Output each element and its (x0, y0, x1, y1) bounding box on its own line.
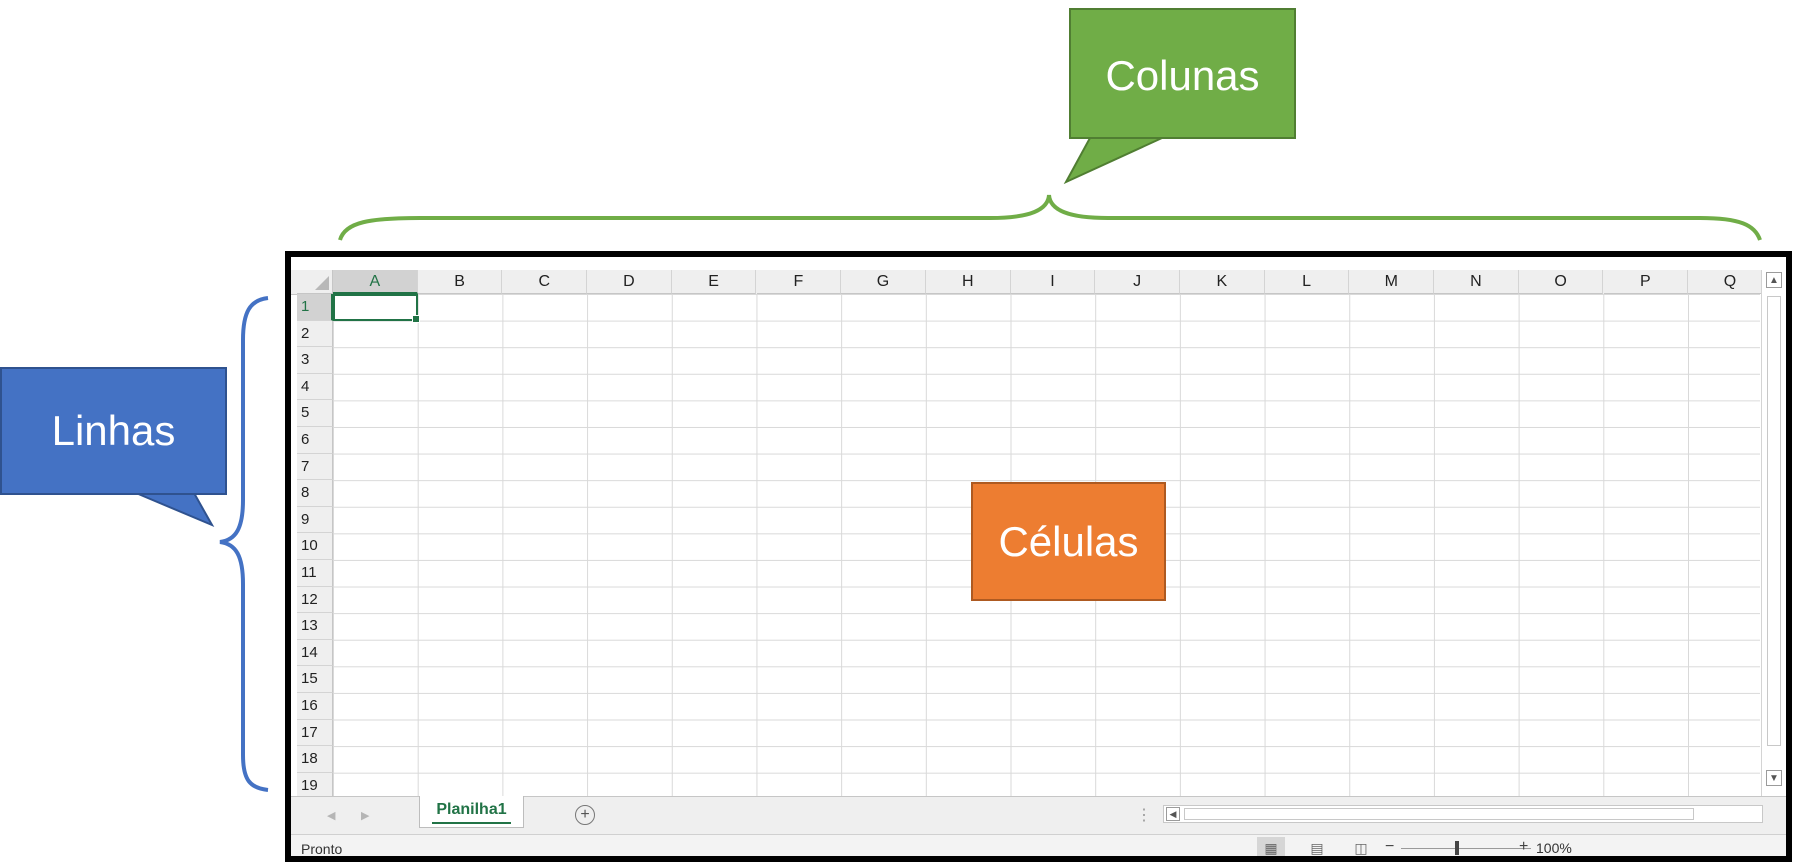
horizontal-scroll-thumb[interactable] (1184, 808, 1694, 820)
zoom-level[interactable]: 100% (1536, 840, 1572, 856)
page-break-preview-button[interactable]: ◫ (1347, 837, 1375, 856)
plus-circle-icon: + (580, 806, 590, 823)
active-tab-indicator (432, 822, 511, 824)
row-header-5[interactable]: 5 (297, 400, 333, 427)
row-header-15[interactable]: 15 (297, 666, 333, 693)
status-text: Pronto (301, 841, 343, 857)
vertical-scrollbar[interactable]: ▲ ▼ (1761, 270, 1786, 796)
row-header-18[interactable]: 18 (297, 746, 333, 773)
column-header-a[interactable]: A (333, 270, 418, 294)
fill-handle[interactable] (412, 315, 420, 323)
column-header-e[interactable]: E (671, 270, 757, 294)
column-header-b[interactable]: B (417, 270, 503, 294)
row-header-10[interactable]: 10 (297, 533, 333, 560)
zoom-in-button[interactable]: + (1519, 838, 1528, 856)
row-header-7[interactable]: 7 (297, 453, 333, 481)
arrow-left-icon[interactable]: ◀ (327, 809, 335, 822)
zoom-out-button[interactable]: − (1385, 838, 1394, 856)
zoom-slider-thumb[interactable] (1455, 841, 1459, 855)
status-bar: Pronto ▦ ▤ ◫ − + 100% (291, 834, 1786, 857)
row-header-16[interactable]: 16 (297, 693, 333, 720)
columns-callout: Colunas (1069, 8, 1296, 139)
horizontal-scrollbar[interactable]: ◀ ▶ (1163, 805, 1763, 823)
rows-brace (219, 296, 269, 792)
normal-view-button[interactable]: ▦ (1257, 837, 1285, 856)
page-break-preview-icon: ◫ (1354, 840, 1368, 856)
scroll-down-button[interactable]: ▼ (1766, 770, 1782, 786)
column-header-d[interactable]: D (587, 270, 672, 294)
column-header-m[interactable]: M (1349, 270, 1435, 294)
cells-label: Células (998, 518, 1139, 565)
page-layout-view-icon: ▤ (1310, 840, 1324, 856)
normal-view-icon: ▦ (1264, 840, 1278, 856)
rows-callout: Linhas (0, 367, 227, 495)
row-header-17[interactable]: 17 (297, 719, 333, 747)
row-header-3[interactable]: 3 (297, 347, 333, 374)
row-header-8[interactable]: 8 (297, 480, 333, 507)
sheet-tab-planilha1[interactable]: Planilha1 (419, 796, 524, 828)
column-header-g[interactable]: G (841, 270, 926, 294)
rows-label: Linhas (51, 407, 176, 454)
sheet-tab-label: Planilha1 (436, 801, 507, 818)
columns-label: Colunas (1105, 52, 1260, 99)
row-header-13[interactable]: 13 (297, 613, 333, 640)
column-header-p[interactable]: P (1603, 270, 1689, 294)
select-all-triangle-icon (315, 276, 329, 290)
column-header-k[interactable]: K (1180, 270, 1265, 294)
column-header-i[interactable]: I (1010, 270, 1096, 294)
column-header-c[interactable]: C (502, 270, 588, 294)
column-header-l[interactable]: L (1264, 270, 1350, 294)
sheet-tab-bar: ◀ ▶ Planilha1 + ⋮ ◀ ▶ (291, 796, 1786, 835)
arrow-down-icon: ▼ (1769, 773, 1779, 784)
column-header-n[interactable]: N (1434, 270, 1519, 294)
row-header-2[interactable]: 2 (297, 320, 333, 348)
zoom-slider-track[interactable] (1401, 848, 1531, 849)
row-header-1[interactable]: 1 (297, 294, 333, 321)
cells-callout: Células (971, 482, 1166, 601)
column-header-h[interactable]: H (925, 270, 1011, 294)
select-all-button[interactable] (297, 270, 333, 294)
column-header-o[interactable]: O (1518, 270, 1604, 294)
row-header-4[interactable]: 4 (297, 373, 333, 401)
columns-callout-tail (1063, 137, 1163, 185)
row-header-9[interactable]: 9 (297, 506, 333, 534)
row-header-12[interactable]: 12 (297, 586, 333, 614)
scroll-up-button[interactable]: ▲ (1766, 272, 1782, 288)
vertical-scroll-thumb[interactable] (1767, 296, 1781, 746)
columns-brace (338, 194, 1762, 241)
rows-callout-tail (135, 492, 215, 528)
column-header-j[interactable]: J (1095, 270, 1180, 294)
page-layout-view-button[interactable]: ▤ (1303, 837, 1331, 856)
row-header-6[interactable]: 6 (297, 427, 333, 454)
add-sheet-button[interactable]: + (575, 805, 595, 825)
splitter-dots-icon[interactable]: ⋮ (1136, 805, 1152, 825)
arrow-left-icon: ◀ (1169, 809, 1177, 819)
selected-cell[interactable] (333, 294, 420, 323)
scroll-left-button[interactable]: ◀ (1166, 807, 1180, 821)
arrow-up-icon: ▲ (1769, 275, 1779, 286)
row-header-11[interactable]: 11 (297, 560, 333, 587)
arrow-right-icon[interactable]: ▶ (361, 809, 369, 822)
column-header-f[interactable]: F (756, 270, 842, 294)
row-header-14[interactable]: 14 (297, 639, 333, 667)
